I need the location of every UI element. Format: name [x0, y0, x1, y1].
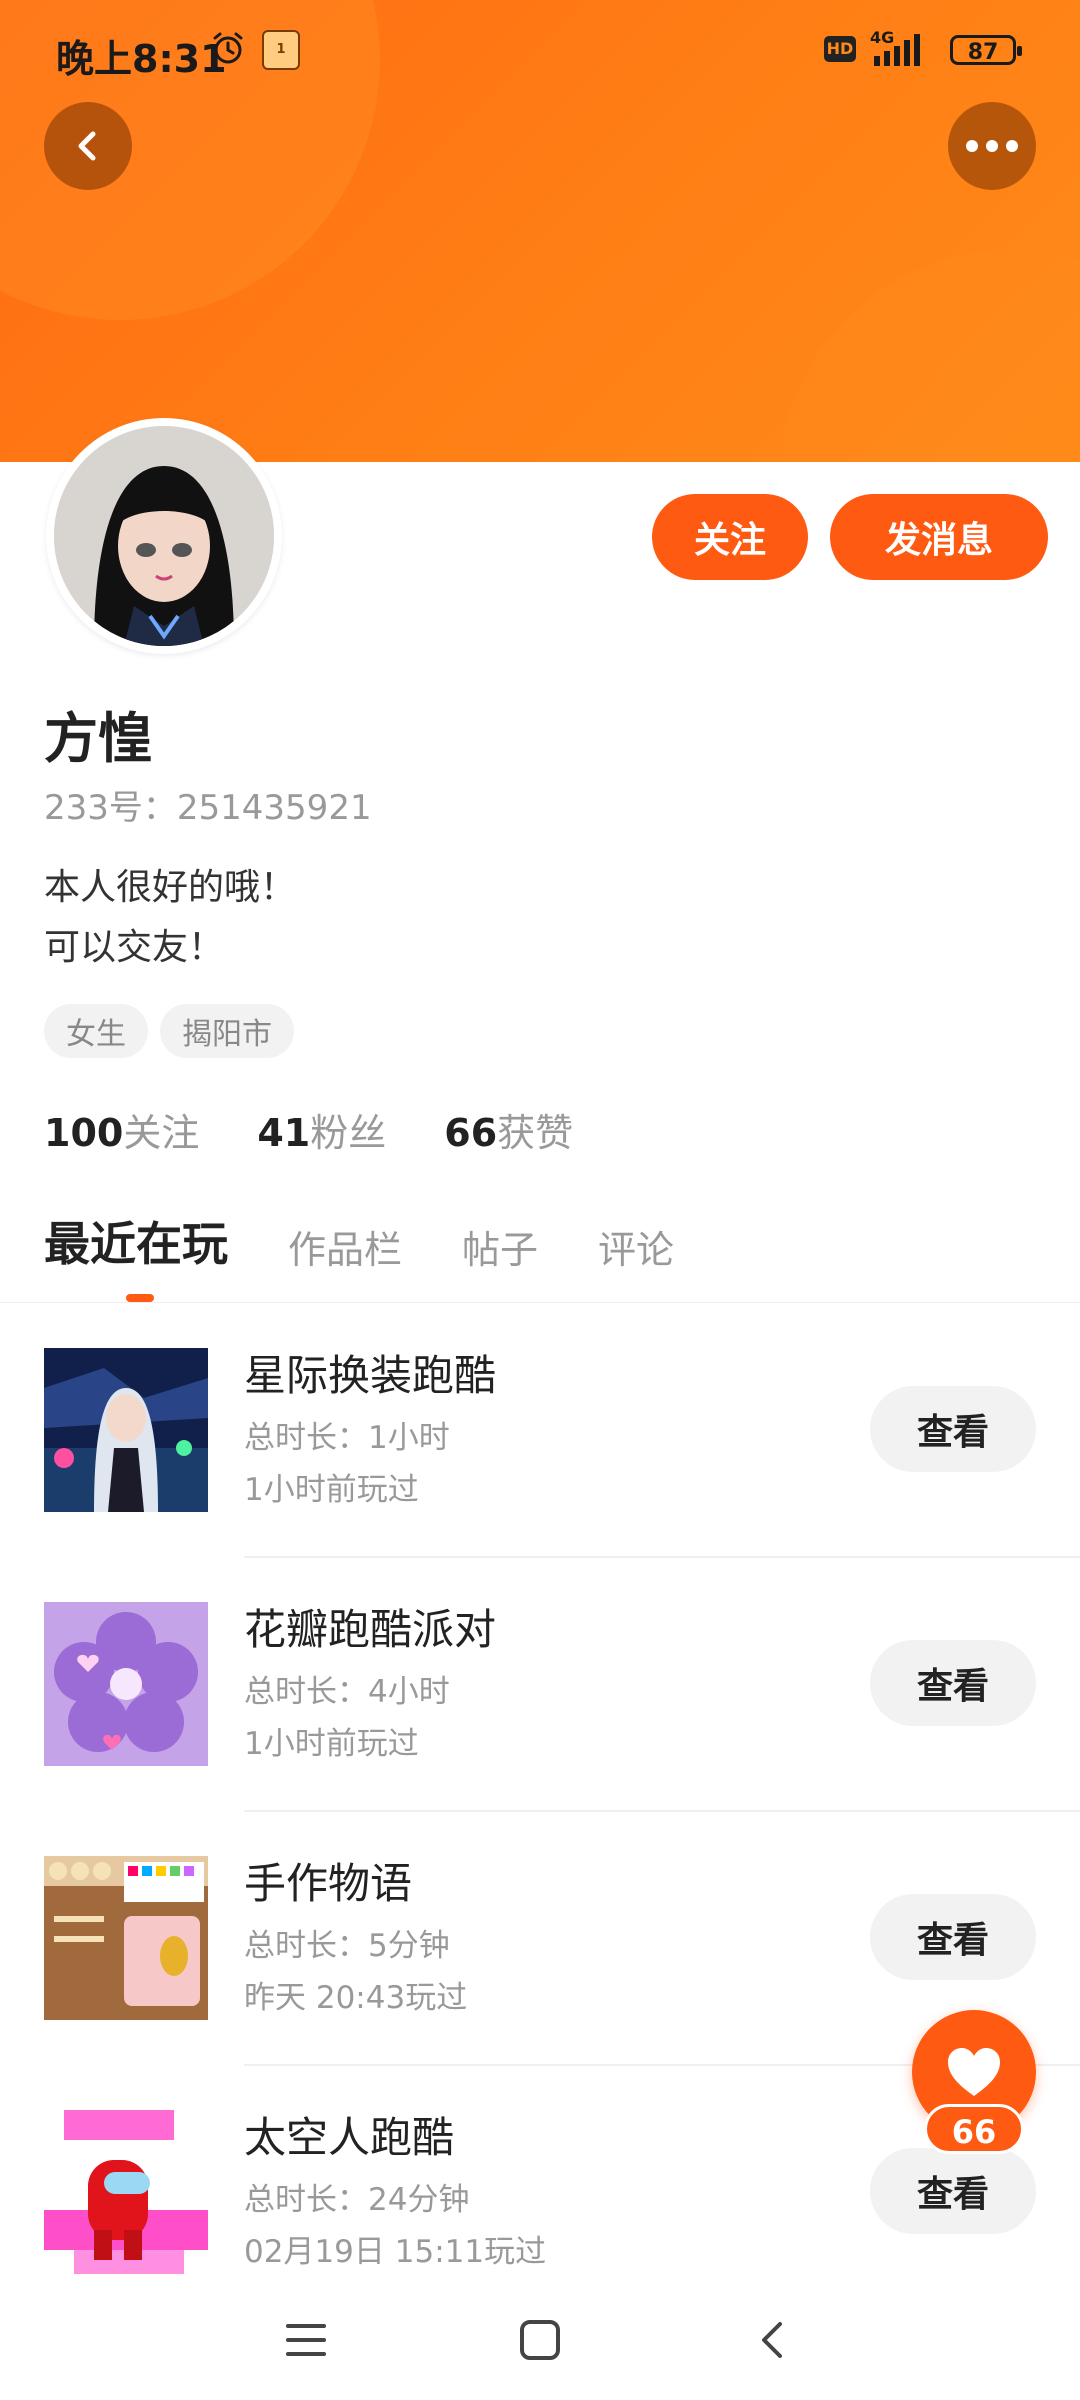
- view-button[interactable]: 查看: [870, 2148, 1036, 2234]
- tag-location: 揭阳市: [160, 1004, 294, 1058]
- bio-line: 本人很好的哦！: [44, 867, 297, 908]
- battery-icon: 87: [950, 35, 1022, 65]
- list-item[interactable]: 星际换装跑酷 总时长：1小时 1小时前玩过 查看: [0, 1304, 1080, 1558]
- send-message-button[interactable]: 发消息: [830, 494, 1048, 580]
- profile-name: 方惶: [44, 707, 152, 770]
- back-arrow-icon: [762, 2322, 782, 2358]
- more-dots-icon: [966, 140, 1018, 152]
- divider: [0, 1302, 1080, 1303]
- stat-number: 66: [444, 1111, 498, 1155]
- stat-fans[interactable]: 41粉丝: [257, 1102, 386, 1157]
- profile-tabs: 最近在玩 作品栏 帖子 评论: [44, 1208, 734, 1274]
- game-duration: 总时长：1小时: [244, 1420, 450, 1456]
- profile-id: 233号：251435921: [44, 788, 372, 828]
- view-button[interactable]: 查看: [870, 1640, 1036, 1726]
- back-nav-button[interactable]: [742, 2308, 806, 2372]
- follow-button[interactable]: 关注: [652, 494, 808, 580]
- more-options-button[interactable]: [948, 102, 1036, 190]
- tab-comments[interactable]: 评论: [598, 1219, 674, 1274]
- menu-nav-button[interactable]: [274, 2308, 338, 2372]
- game-thumbnail: [44, 1856, 208, 2020]
- active-tab-indicator: [126, 1294, 154, 1302]
- game-title: 太空人跑酷: [244, 2113, 455, 2162]
- tab-recently-played[interactable]: 最近在玩: [44, 1208, 228, 1274]
- view-button[interactable]: 查看: [870, 1894, 1036, 1980]
- game-thumbnail: [44, 1348, 208, 1512]
- game-duration: 总时长：4小时: [244, 1674, 450, 1710]
- game-duration: 总时长：24分钟: [244, 2182, 470, 2218]
- stat-label: 获赞: [497, 1111, 574, 1155]
- stat-number: 41: [257, 1111, 311, 1155]
- game-last-played: 1小时前玩过: [244, 1472, 419, 1508]
- signal-icon: [874, 34, 920, 66]
- menu-icon: [286, 2324, 326, 2356]
- stat-label: 关注: [123, 1111, 200, 1155]
- like-count-badge: 66: [924, 2104, 1024, 2154]
- home-nav-button[interactable]: [508, 2308, 572, 2372]
- app-notification-icon: 1: [262, 30, 300, 70]
- stat-number: 100: [44, 1111, 124, 1155]
- game-last-played: 昨天 20:43玩过: [244, 1980, 468, 2016]
- view-button[interactable]: 查看: [870, 1386, 1036, 1472]
- banner-decoration: [780, 250, 1080, 462]
- stat-likes[interactable]: 66获赞: [444, 1102, 573, 1157]
- profile-bio: 本人很好的哦！ 可以交友！: [44, 858, 296, 978]
- status-time: 晚上8:31: [56, 37, 227, 81]
- system-nav-bar: [0, 2280, 1080, 2400]
- chevron-left-icon: [78, 131, 96, 161]
- game-thumbnail: [44, 1602, 208, 1766]
- hd-badge: HD: [824, 36, 856, 62]
- game-title: 星际换装跑酷: [244, 1351, 497, 1400]
- tag-gender: 女生: [44, 1004, 148, 1058]
- game-duration: 总时长：5分钟: [244, 1928, 450, 1964]
- list-item[interactable]: 花瓣跑酷派对 总时长：4小时 1小时前玩过 查看: [0, 1558, 1080, 1812]
- bio-line: 可以交友！: [44, 927, 225, 968]
- list-item[interactable]: 手作物语 总时长：5分钟 昨天 20:43玩过 查看: [0, 1812, 1080, 2066]
- home-square-icon: [520, 2320, 560, 2360]
- back-button[interactable]: [44, 102, 132, 190]
- avatar-image: [54, 426, 274, 646]
- avatar[interactable]: [46, 418, 282, 654]
- status-bar: 晚上8:31 1 HD 4G 87: [0, 0, 1080, 104]
- tab-works[interactable]: 作品栏: [288, 1219, 402, 1274]
- game-last-played: 1小时前玩过: [244, 1726, 419, 1762]
- game-thumbnail: [44, 2110, 208, 2274]
- profile-stats: 100关注 41粉丝 66获赞: [44, 1102, 573, 1157]
- game-last-played: 02月19日 15:11玩过: [244, 2234, 547, 2270]
- stat-label: 粉丝: [310, 1111, 387, 1155]
- alarm-icon: [213, 32, 243, 64]
- heart-icon: [948, 2048, 1000, 2096]
- stat-following[interactable]: 100关注: [44, 1102, 199, 1157]
- profile-tags: 女生 揭阳市: [44, 1004, 294, 1058]
- game-title: 手作物语: [244, 1859, 413, 1908]
- tab-posts[interactable]: 帖子: [462, 1219, 538, 1274]
- game-title: 花瓣跑酷派对: [244, 1605, 497, 1654]
